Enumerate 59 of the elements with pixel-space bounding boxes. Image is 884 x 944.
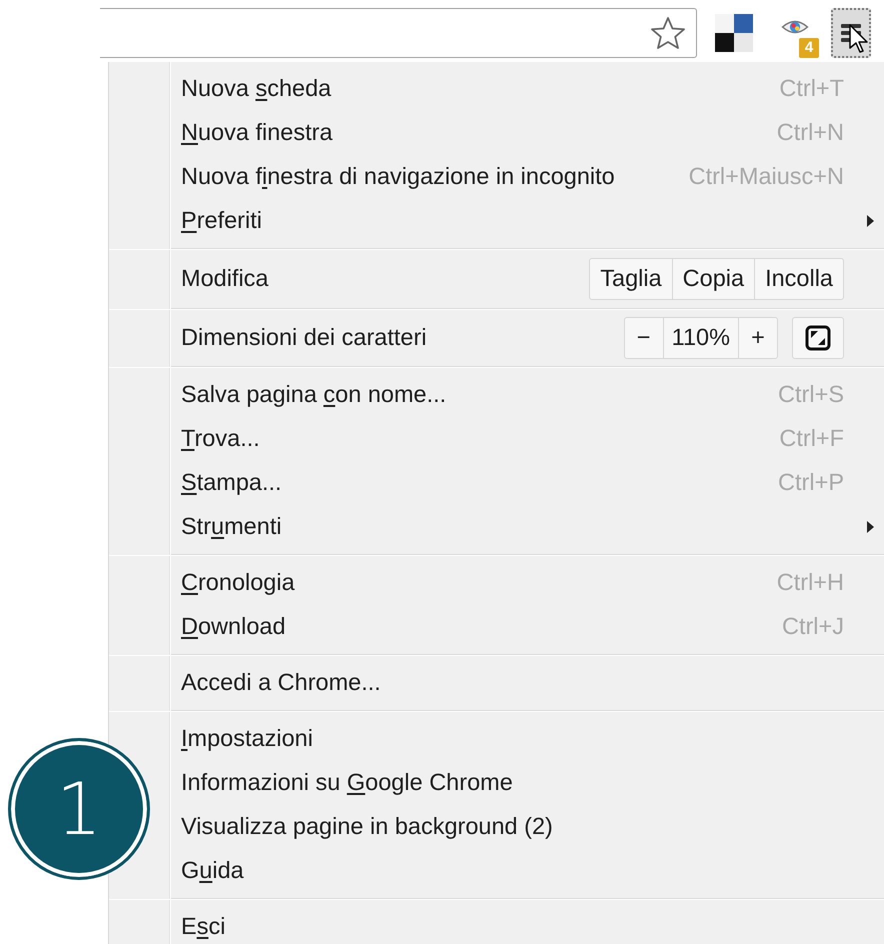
submenu-arrow-icon xyxy=(867,521,874,533)
shortcut-text: Ctrl+P xyxy=(778,468,844,498)
cursor-icon xyxy=(849,24,869,54)
menu-item[interactable]: Cronologia Ctrl+H xyxy=(169,561,884,605)
zoom-level: 110% xyxy=(664,317,738,359)
menu-item[interactable]: Accedi a Chrome... xyxy=(169,661,884,705)
menu-item-label: Preferiti xyxy=(181,206,262,236)
menu-item[interactable]: Visualizza pagine in background (2) xyxy=(169,805,884,849)
extension-badge: 4 xyxy=(799,38,819,58)
menu-item-label: Download xyxy=(181,612,286,642)
star-icon[interactable] xyxy=(650,16,686,50)
zoom-out-button[interactable]: − xyxy=(624,317,664,359)
menu-item[interactable]: Nuova finestra di navigazione in incognito Ctrl+Maiusc+N xyxy=(169,155,884,199)
menu-item[interactable]: Salva pagina con nome... Ctrl+S xyxy=(169,373,884,417)
menu-item-label: Cronologia xyxy=(181,568,295,598)
menu-item[interactable]: Informazioni su Google Chrome xyxy=(169,761,884,805)
menu-item-label: Informazioni su Google Chrome xyxy=(181,768,513,798)
shortcut-text: Ctrl+N xyxy=(776,118,844,148)
edit-button[interactable]: Incolla xyxy=(755,258,844,300)
menu-item-label: Accedi a Chrome... xyxy=(181,668,381,698)
shortcut-text: Ctrl+H xyxy=(776,568,844,598)
shortcut-text: Ctrl+Maiusc+N xyxy=(688,162,844,192)
menu-item-label: Strumenti xyxy=(181,512,282,542)
menu-item-label: Nuova finestra xyxy=(181,118,333,148)
menu-item[interactable]: Download Ctrl+J xyxy=(169,605,884,649)
menu-item-label: Impostazioni xyxy=(181,724,313,754)
menu-item-label: Nuova scheda xyxy=(181,74,332,104)
fullscreen-icon xyxy=(805,325,831,351)
menu-item-label: Salva pagina con nome... xyxy=(181,380,446,410)
menu-item-label: Stampa... xyxy=(181,468,282,498)
submenu-item[interactable]: Preferiti xyxy=(169,199,884,243)
menu-item[interactable]: Impostazioni xyxy=(169,717,884,761)
menu-item[interactable]: Nuova finestra Ctrl+N xyxy=(169,111,884,155)
menu-item-label: Nuova finestra di navigazione in incognito xyxy=(181,162,615,192)
menu-item[interactable]: Stampa... Ctrl+P xyxy=(169,461,884,505)
extension-icon[interactable] xyxy=(715,14,753,52)
menu-item-label: Visualizza pagine in background (2) xyxy=(181,812,553,842)
menu-button[interactable] xyxy=(831,8,871,58)
submenu-item[interactable]: Strumenti xyxy=(169,505,884,549)
edit-button[interactable]: Copia xyxy=(672,258,756,300)
menu-item-label: Trova... xyxy=(181,424,260,454)
address-bar[interactable] xyxy=(100,8,697,58)
zoom-in-button[interactable]: + xyxy=(738,317,778,359)
fullscreen-button[interactable] xyxy=(792,317,844,359)
menu-item-label: Guida xyxy=(181,856,244,886)
shortcut-text: Ctrl+J xyxy=(782,612,844,642)
menu-item[interactable]: Guida xyxy=(169,849,884,893)
shortcut-text: Ctrl+F xyxy=(779,424,844,454)
shortcut-text: Ctrl+T xyxy=(779,74,844,104)
menu-item[interactable]: Esci xyxy=(169,905,884,944)
menu-item[interactable]: Nuova scheda Ctrl+T xyxy=(169,67,884,111)
menu-item-label: Modifica xyxy=(181,264,269,294)
edit-button[interactable]: Taglia xyxy=(589,258,673,300)
menu-item-label: Esci xyxy=(181,912,226,942)
step-marker: 1 xyxy=(8,738,150,880)
submenu-arrow-icon xyxy=(867,215,874,227)
menu-item-label: Dimensioni dei caratteri xyxy=(181,323,427,352)
menu-item[interactable]: Trova... Ctrl+F xyxy=(169,417,884,461)
shortcut-text: Ctrl+S xyxy=(778,380,844,410)
